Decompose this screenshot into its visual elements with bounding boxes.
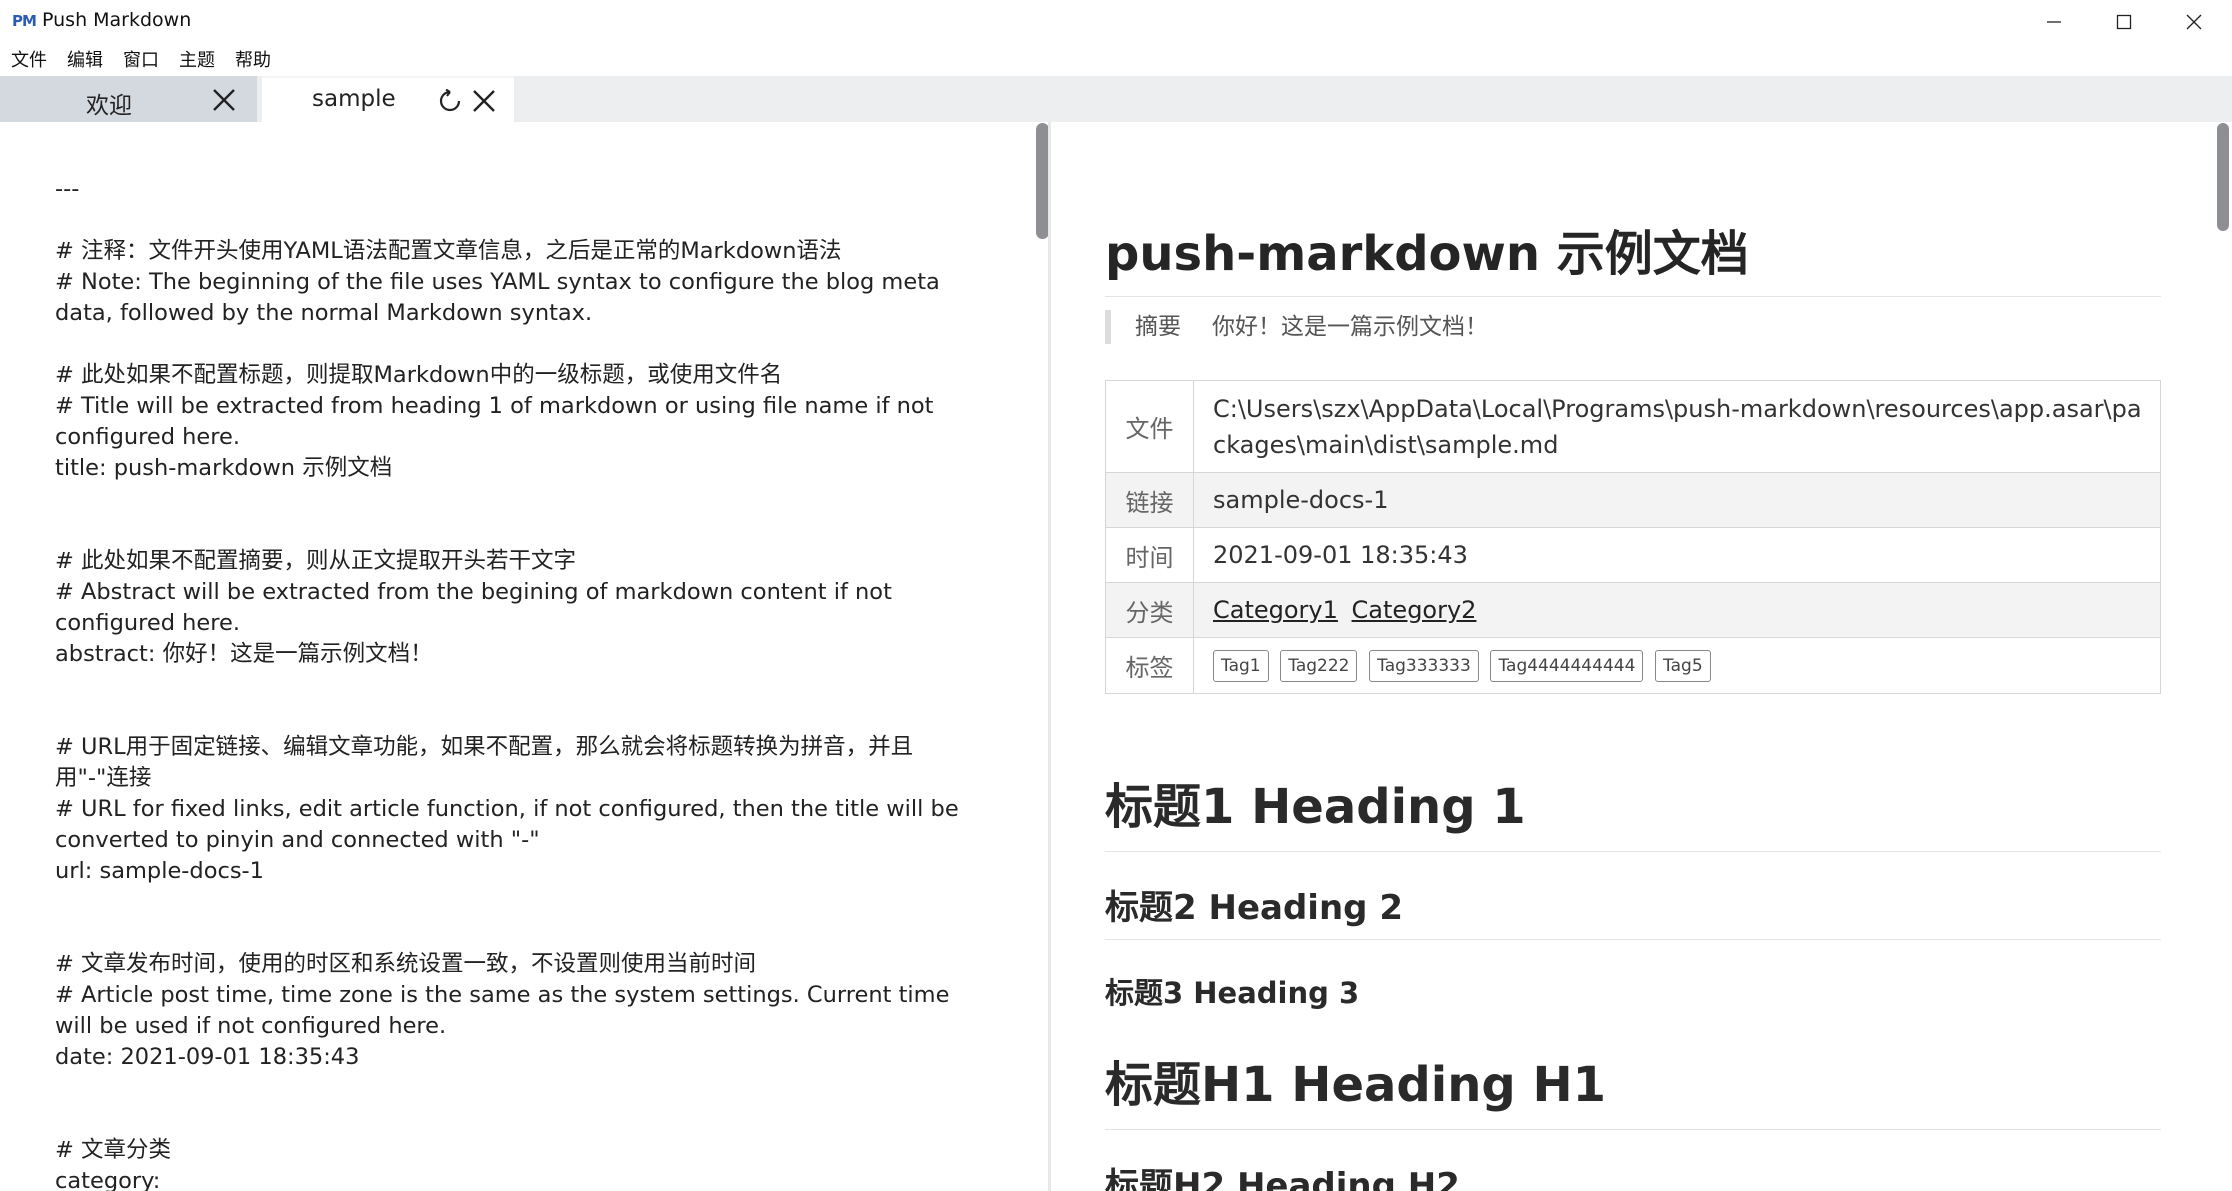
markdown-editor[interactable]: --- # 注释：文件开头使用YAML语法配置文章信息，之后是正常的Markdo…	[0, 122, 1048, 1191]
menu-bar: 文件 编辑 窗口 主题 帮助	[0, 46, 279, 76]
abstract-block: 摘要 你好！这是一篇示例文档！	[1105, 310, 2167, 344]
time-value: 2021-09-01 18:35:43	[1193, 527, 2161, 583]
maximize-icon	[2116, 14, 2132, 30]
menu-theme[interactable]: 主题	[167, 46, 223, 76]
tab-bar: 欢迎 sample	[0, 76, 2232, 122]
abstract-label: 摘要	[1135, 314, 1181, 340]
close-icon	[2186, 14, 2202, 30]
abstract-text: 你好！这是一篇示例文档！	[1212, 314, 1488, 340]
metadata-table: 文件 C:\Users\szx\AppData\Local\Programs\p…	[1105, 380, 2161, 694]
refresh-icon[interactable]	[438, 89, 462, 113]
tab-welcome[interactable]: 欢迎	[0, 76, 257, 122]
document-title: push-markdown 示例文档	[1105, 214, 2161, 297]
heading-h2: 标题H2 Heading H2	[1105, 1166, 1460, 1191]
tag-badge[interactable]: Tag5	[1655, 650, 1711, 682]
file-label: 文件	[1105, 380, 1194, 473]
app-logo-icon: PM	[12, 12, 37, 30]
table-row: 文件 C:\Users\szx\AppData\Local\Programs\p…	[1105, 380, 2161, 473]
link-label: 链接	[1105, 472, 1194, 528]
tag-list: Tag1 Tag222 Tag333333 Tag4444444444 Tag5	[1193, 637, 2161, 694]
tag-badge[interactable]: Tag333333	[1369, 650, 1479, 682]
category-label: 分类	[1105, 582, 1194, 638]
tab-label: sample	[312, 86, 396, 112]
menu-help[interactable]: 帮助	[223, 46, 279, 76]
time-label: 时间	[1105, 527, 1194, 583]
markdown-preview: push-markdown 示例文档 摘要 你好！这是一篇示例文档！ 文件 C:…	[1051, 122, 2232, 1191]
category-link[interactable]: Category1	[1213, 596, 1338, 624]
heading-3: 标题3 Heading 3	[1105, 976, 1360, 1010]
tag-badge[interactable]: Tag1	[1213, 650, 1269, 682]
editor-scrollbar[interactable]	[1036, 123, 1048, 239]
menu-file[interactable]: 文件	[0, 46, 55, 76]
close-tab-icon[interactable]	[472, 89, 496, 113]
minimize-icon	[2047, 21, 2061, 23]
heading-2: 标题2 Heading 2	[1105, 880, 2161, 940]
tab-label: 欢迎	[86, 93, 132, 119]
preview-scrollbar[interactable]	[2217, 123, 2229, 231]
heading-1: 标题1 Heading 1	[1105, 767, 2161, 852]
file-path: C:\Users\szx\AppData\Local\Programs\push…	[1193, 380, 2161, 473]
maximize-button[interactable]	[2089, 0, 2159, 44]
editor-content[interactable]: --- # 注释：文件开头使用YAML语法配置文章信息，之后是正常的Markdo…	[55, 174, 985, 1191]
heading-h1: 标题H1 Heading H1	[1105, 1045, 2161, 1130]
tag-badge[interactable]: Tag4444444444	[1490, 650, 1644, 682]
tab-sample[interactable]: sample	[262, 76, 514, 122]
table-row: 分类 Category1 Category2	[1105, 582, 2161, 638]
close-window-button[interactable]	[2159, 0, 2229, 44]
minimize-button[interactable]	[2019, 0, 2089, 44]
category-link[interactable]: Category2	[1352, 596, 1477, 624]
table-row: 时间 2021-09-01 18:35:43	[1105, 527, 2161, 583]
close-tab-icon[interactable]	[212, 88, 236, 112]
menu-window[interactable]: 窗口	[111, 46, 167, 76]
menu-edit[interactable]: 编辑	[55, 46, 111, 76]
tag-badge[interactable]: Tag222	[1280, 650, 1358, 682]
link-value: sample-docs-1	[1193, 472, 2161, 528]
window-title: Push Markdown	[42, 9, 192, 31]
table-row: 标签 Tag1 Tag222 Tag333333 Tag4444444444 T…	[1105, 637, 2161, 694]
title-bar: PM Push Markdown	[0, 0, 2232, 44]
category-list: Category1 Category2	[1193, 582, 2161, 638]
table-row: 链接 sample-docs-1	[1105, 472, 2161, 528]
tags-label: 标签	[1105, 637, 1194, 694]
